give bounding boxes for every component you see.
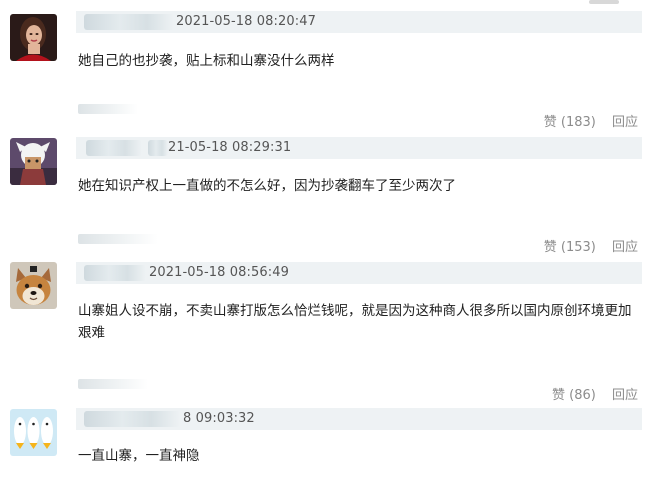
blurred-quote: [78, 234, 158, 244]
username-blurred[interactable]: [84, 265, 146, 281]
user-avatar[interactable]: [10, 14, 57, 61]
like-button[interactable]: 赞 (86): [552, 388, 596, 403]
comment-header: 2021-05-18 08:20:47: [76, 11, 642, 33]
comment-actions: 赞 (86) 回应: [540, 384, 638, 403]
timestamp: 21-05-18 08:29:31: [168, 140, 292, 155]
reply-button[interactable]: 回应: [612, 240, 638, 255]
timestamp: 2021-05-18 08:20:47: [176, 14, 316, 29]
comment-text: 她在知识产权上一直做的不怎么好，因为抄袭翻车了至少两次了: [78, 178, 456, 194]
user-avatar[interactable]: [10, 138, 57, 185]
user-avatar[interactable]: [10, 409, 57, 456]
user-avatar[interactable]: [10, 262, 57, 309]
comment-text: 她自己的也抄袭，贴上标和山寨没什么两样: [78, 53, 335, 69]
username-blurred[interactable]: [84, 411, 180, 427]
comment-3: 2021-05-18 08:56:49 山寨姐人设不崩，不卖山寨打版怎么恰烂钱呢…: [0, 255, 655, 405]
duck-cartoon-avatar-icon: [10, 409, 57, 456]
comment-text: 一直山寨，一直神隐: [78, 448, 200, 464]
comment-header: 2021-05-18 08:56:49: [76, 262, 642, 284]
woman-avatar-icon: [10, 14, 57, 61]
comment-1: 2021-05-18 08:20:47 她自己的也抄袭，贴上标和山寨没什么两样 …: [0, 0, 655, 130]
blurred-quote: [78, 104, 138, 114]
comment-text: 山寨姐人设不崩，不卖山寨打版怎么恰烂钱呢，就是因为这种商人很多所以国内原创环境更…: [78, 303, 632, 341]
comment-header: 21-05-18 08:29:31: [76, 137, 642, 159]
reply-button[interactable]: 回应: [612, 115, 638, 130]
comment-4: 8 09:03:32 一直山寨，一直神隐: [0, 405, 655, 487]
blurred-quote: [78, 379, 148, 389]
like-button[interactable]: 赞 (183): [544, 115, 596, 130]
shiba-dog-avatar-icon: [10, 262, 57, 309]
comment-actions: 赞 (183) 回应: [532, 111, 638, 130]
timestamp: 8 09:03:32: [183, 411, 255, 426]
timestamp: 2021-05-18 08:56:49: [149, 265, 289, 280]
username-blurred[interactable]: [86, 140, 142, 156]
comment-header: 8 09:03:32: [76, 408, 642, 430]
anime-character-avatar-icon: [10, 138, 57, 185]
username-blurred[interactable]: [84, 14, 174, 30]
comment-actions: 赞 (153) 回应: [532, 236, 638, 255]
reply-button[interactable]: 回应: [612, 388, 638, 403]
username-blurred-2: [148, 140, 168, 156]
comment-2: 21-05-18 08:29:31 她在知识产权上一直做的不怎么好，因为抄袭翻车…: [0, 130, 655, 255]
like-button[interactable]: 赞 (153): [544, 240, 596, 255]
